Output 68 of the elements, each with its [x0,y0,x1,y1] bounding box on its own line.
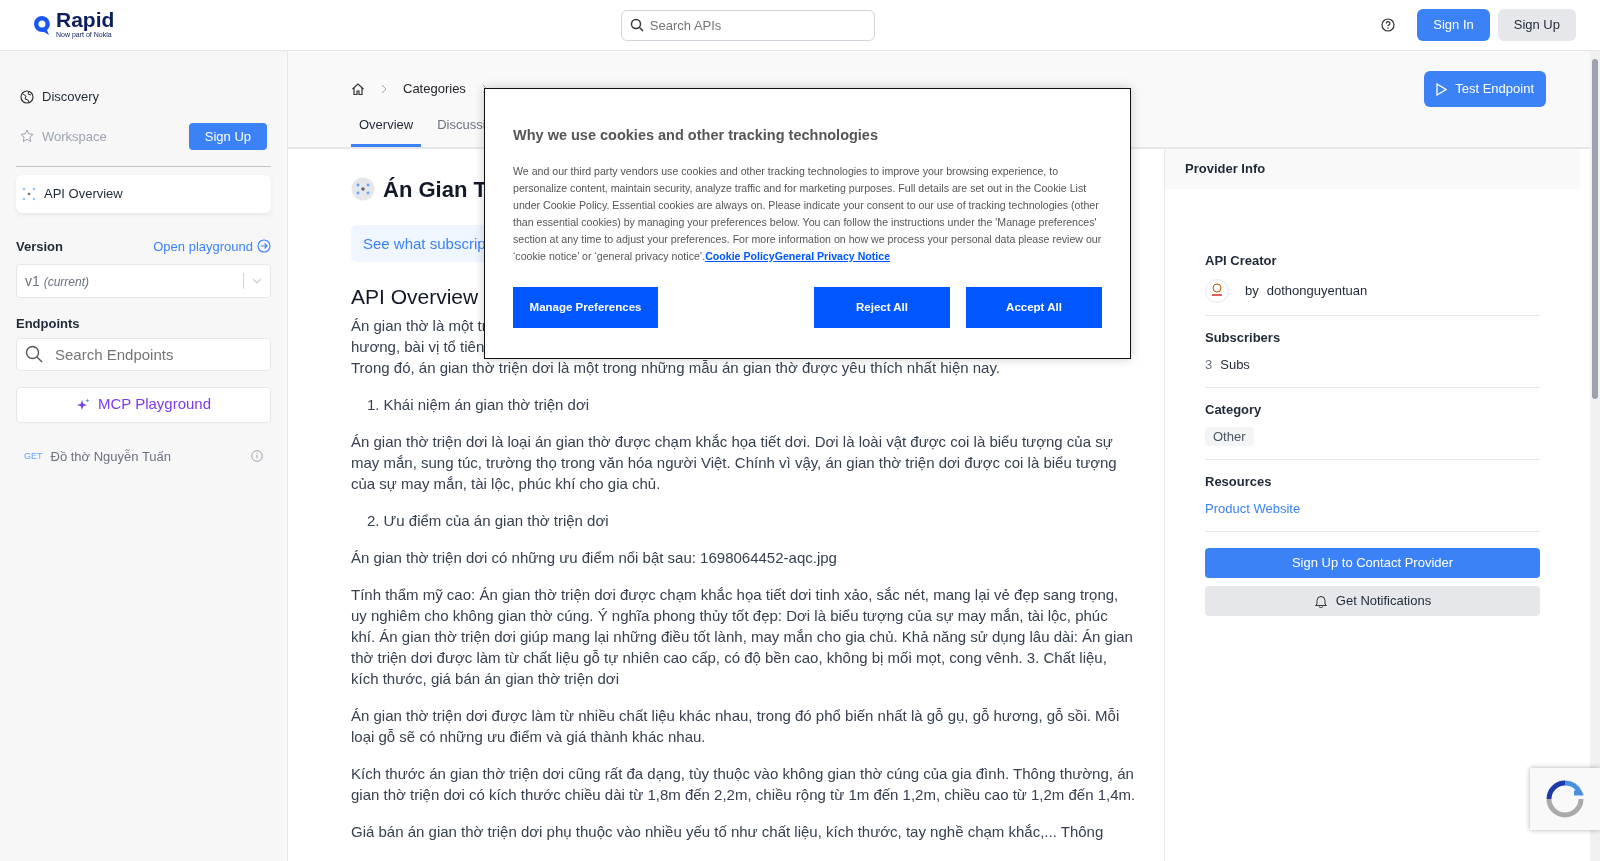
creator-name: dothonguyentuan [1266,281,1368,300]
subscriber-count: 3 [1205,356,1213,374]
notifications-button[interactable]: Get Notifications [1205,585,1540,616]
api-overview-item[interactable]: API Overview [16,175,271,213]
paragraph: Án gian thờ triện dơi có những ưu điểm nổi bật sau: 1698064452-aqc.jpg [351,548,838,568]
play-icon [1436,82,1448,96]
dialog-button[interactable]: Accept All [966,286,1102,328]
dialog-title: Why we use cookies and other tracking technologies [513,126,879,145]
arrow-circle-icon [257,239,271,254]
section-label: API Creator [1205,252,1278,270]
star-icon [20,129,34,144]
scrollbar-thumb[interactable] [1592,59,1598,399]
logo-icon [32,14,52,36]
list-item-text: Ưu điểm của án gian thờ triện dơi [383,511,609,531]
nav-item[interactable]: Discovery [20,87,100,107]
list-item-text: Khái niệm án gian thờ triện dơi [383,395,590,415]
section-label: Category [1205,400,1263,419]
dots-icon [22,186,36,201]
section-label: Version [16,237,63,256]
api-logo-icon [351,177,375,201]
list-number: 1. [367,395,380,415]
category-tag: Other [1205,427,1254,446]
sign-up-button[interactable]: Sign Up [1497,9,1576,41]
version-select[interactable]: v1 (current) [16,264,271,298]
search-field[interactable]: Search APIs [620,9,875,41]
logo-text: Rapid [56,9,115,31]
paragraph: Kích thước án gian thờ triện dơi cũng rất đa dạng, tùy thuộc vào không gian thờ cúng của gia đình. Thông thường, án gian thờ triện dơi có kích thước chiều dài từ 1,8m đến 2,2m, chiều rộng từ 1m đến 1,2m, chiều cao từ 1,2m đến 1,4m. [351,764,1136,805]
subscriber-unit: Subs [1220,356,1250,374]
contact-provider-button[interactable]: Sign Up to Contact Provider [1205,547,1540,578]
mcp-playground-button[interactable]: MCP Playground [16,386,271,423]
test-endpoint-button[interactable]: Test Endpoint [1424,71,1546,107]
home-icon[interactable] [351,81,365,96]
endpoint-search-field[interactable]: Search Endpoints [16,337,271,371]
paragraph: Án gian thờ triện dơi là loại án gian thờ được chạm khắc họa tiết dơi. Dơi là loài vật được coi là biểu tượng của sự may mắn, sung túc, trường thọ trong văn hóa người Việt. Chính vì vậy, án gian thờ triện dơi được coi là biểu tượng của sự may mắn, tài lộc, phúc khí cho gia chủ. [351,432,1118,494]
bell-icon [1313,593,1328,608]
paragraph-line: Giá bán án gian thờ triện dơi phụ thuộc vào nhiều yếu tố như chất liệu, kích thước, tay nghề chạm khắc,... Thông [351,822,1104,842]
product-website-link[interactable]: Product Website [1205,501,1301,516]
section-label: Endpoints [16,315,81,333]
open-playground-link[interactable]: Open playground [153,236,271,256]
breadcrumb-link[interactable]: Categories [403,79,466,99]
dialog-text: We and our third party vendors use cookies and other tracking technologies to improve your browsing experience, to personalize content, maintain security, analyze traffic and for marketing purposes. Full details are set out in the Cookie List under Cookie Policy. Essential cookies are always on. Please indicate your consent to our use of tracking technologies (other than essential cookies) by managing your preferences below. You can follow the instructions under the 'Manage preferences' section at any time to adjust your preferences. For more information on how we process your personal data please review our ‘cookie notice’ or ‘general privacy notice’.Cookie PolicyGeneral Privacy Notice [513,163,1102,264]
policy-link[interactable]: Cookie Policy [705,249,775,262]
sign-up-button[interactable]: Sign Up [188,122,267,150]
paragraph: Án gian thờ triện dơi được làm từ nhiều chất liệu khác nhau, trong đó phổ biến nhất là gỗ gụ, gỗ hương, gỗ sồi. Mỗi loại gỗ sẽ có những ưu điểm và giá thành khác nhau. [351,706,1121,747]
section-heading: API Overview [351,286,479,307]
by-label: by [1245,281,1259,300]
globe-icon [20,89,34,104]
chevron-right-icon [381,83,387,94]
search-icon [25,345,43,363]
policy-link[interactable]: General Privacy Notice [774,249,891,262]
paragraph: Tính thẩm mỹ cao: Án gian thờ triện dơi được chạm khắc họa tiết dơi tinh xảo, sắc nét, mang lại vẻ đẹp sang trọng, uy nghiêm cho không gian thờ cúng. Ý nghĩa phong thủy tốt đẹp: Dơi là biểu tượng của sự may mắn, tài lộc, phúc khí. Án gian thờ triện dơi giúp mang lại những điều tốt lành, may mắn cho gia chủ. Khả năng sử dụng lâu dài: Án gian thờ triện dơi được làm từ chất liệu gỗ tự nhiên cao cấp, có độ bền cao, không bị mối mọt, cong vênh. 3. Chất liệu, kích thước, giá bán án gian thờ triện dơi [351,585,1134,689]
chevron-down-icon [252,278,262,284]
avatar-icon [1205,278,1229,303]
section-label: Subscribers [1205,328,1282,347]
recaptcha-icon [1545,779,1585,819]
endpoint-item[interactable]: GET Đồ thờ Nguyễn Tuấn [16,446,271,466]
section-label: Resources [1205,472,1273,491]
paragraph-line: hương, bài vị tổ tiên, [351,337,489,357]
info-icon [251,450,263,463]
search-icon [629,18,644,32]
dialog-button[interactable]: Reject All [814,286,950,328]
tab[interactable]: Overview [351,114,422,147]
paragraph-line: Trong đó, án gian thờ triện dơi là một trong những mẫu án gian thờ được yêu thích nhất hiện nay. [351,358,1000,378]
dialog-button[interactable]: Manage Preferences [513,286,658,328]
list-number: 2. [367,511,380,531]
panel-title: Provider Info [1165,149,1580,189]
help-icon[interactable] [1381,18,1396,32]
sign-in-button[interactable]: Sign In [1417,9,1490,41]
